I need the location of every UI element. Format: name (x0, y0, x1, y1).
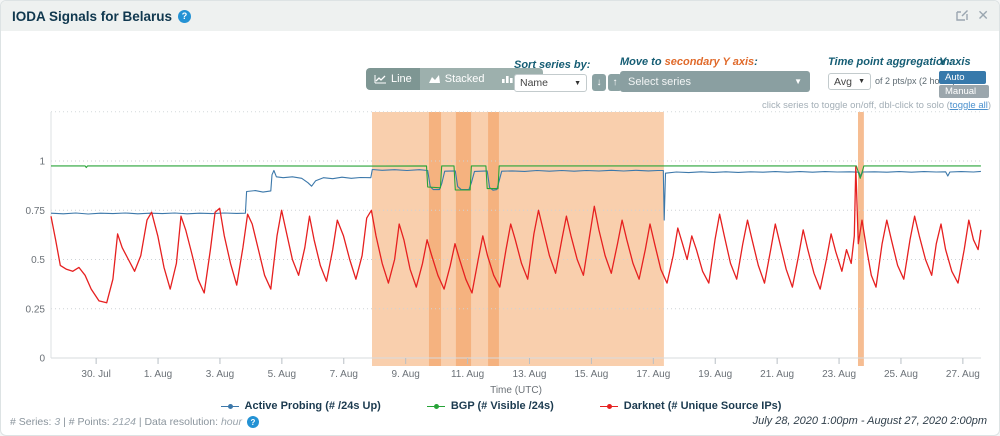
date-range: July 28, 2020 1:00pm - August 27, 2020 2… (753, 415, 987, 427)
close-icon[interactable]: ✕ (977, 8, 989, 22)
outage-shade-dark-region (456, 112, 471, 366)
legend-series-marker (221, 405, 239, 408)
caret-down-icon: ▼ (858, 78, 865, 85)
help-icon[interactable]: ? (247, 416, 259, 428)
line-chart-icon (374, 74, 387, 84)
x-tick-label: 25. Aug (884, 369, 918, 380)
sort-series-value: Name (520, 77, 548, 89)
stat-label: # Points: (69, 416, 113, 428)
y-tick-label: 0 (39, 354, 45, 365)
y-tick-label: 0.75 (26, 206, 46, 217)
stats-separator: | (60, 416, 69, 428)
help-icon[interactable]: ? (178, 10, 191, 23)
stat-value: 2124 (113, 416, 136, 428)
page-title: IODA Signals for Belarus (12, 9, 172, 24)
x-tick-label: 30. Jul (81, 369, 110, 380)
legend-item[interactable]: Darknet (# Unique Source IPs) (600, 400, 782, 412)
aggregation-value: Avg (834, 76, 852, 88)
x-tick-label: 3. Aug (206, 369, 234, 380)
stat-label: # Series: (10, 416, 54, 428)
sort-descending-button[interactable]: ↓ (592, 74, 606, 91)
x-tick-label: 15. Aug (574, 369, 608, 380)
outage-shade-dark-region (429, 112, 441, 366)
area-chart-icon (428, 74, 441, 84)
x-tick-label: 5. Aug (268, 369, 296, 380)
x-tick-label: 21. Aug (760, 369, 794, 380)
sort-series-label: Sort series by: (514, 59, 590, 71)
y-zoom-manual-button[interactable]: Manual (939, 85, 989, 98)
ioda-signals-panel: IODA Signals for Belarus ? ✕ Line Stacked… (0, 0, 1000, 436)
secondary-axis-select[interactable]: Select series ▼ (620, 71, 810, 92)
chart-legend: Active Probing (# /24s Up) BGP (# Visible… (1, 400, 1000, 412)
legend-series-label: Darknet (# Unique Source IPs) (624, 400, 782, 412)
x-tick-label: 19. Aug (698, 369, 732, 380)
aggregation-select[interactable]: Avg ▼ (828, 73, 871, 90)
chart-type-label: Stacked (445, 73, 485, 85)
chart-stats: # Series: 3 | # Points: 2124 | Data reso… (10, 416, 259, 428)
y-tick-label: 0.5 (31, 255, 45, 266)
legend-series-label: Active Probing (# /24s Up) (245, 400, 381, 412)
chart-region[interactable]: 0 0.25 0.5 0.75 1 30. Jul 1. Aug 3. Aug 5. Aug 7.… (1, 106, 1000, 406)
move-label-prefix: Move to (620, 56, 665, 68)
chart-type-label: Line (391, 73, 412, 85)
stat-value: hour (221, 416, 242, 428)
outage-shade-dark-region (488, 112, 499, 366)
edit-icon[interactable] (955, 8, 969, 22)
caret-down-icon: ▼ (574, 80, 581, 87)
chart-type-line-button[interactable]: Line (366, 68, 420, 90)
aggregation-label: Time point aggregation: (828, 56, 953, 68)
x-tick-label: 27. Aug (946, 369, 980, 380)
outage-shade-region (372, 112, 664, 366)
x-tick-label: 9. Aug (392, 369, 420, 380)
panel-header: IODA Signals for Belarus ? ✕ (1, 1, 999, 31)
stats-separator: | (136, 416, 145, 428)
move-label-highlight: secondary Y axis (665, 56, 755, 68)
x-tick-label: 23. Aug (822, 369, 856, 380)
legend-series-label: BGP (# Visible /24s) (451, 400, 554, 412)
signals-line-chart[interactable]: 0 0.25 0.5 0.75 1 30. Jul 1. Aug 3. Aug 5. Aug 7.… (1, 106, 1000, 406)
legend-series-marker (600, 405, 618, 408)
x-tick-label: 1. Aug (144, 369, 172, 380)
sort-series-select[interactable]: Name ▼ (514, 74, 587, 92)
x-tick-label: 7. Aug (330, 369, 358, 380)
x-tick-label: 13. Aug (513, 369, 547, 380)
legend-series-marker (427, 405, 445, 408)
x-tick-label: 11. Aug (451, 369, 484, 380)
stat-label: Data resolution: (144, 416, 220, 428)
move-secondary-axis-label: Move to secondary Y axis: (620, 56, 758, 68)
y-zoom-auto-button[interactable]: Auto (939, 71, 986, 84)
y-tick-label: 1 (39, 157, 45, 168)
legend-item[interactable]: Active Probing (# /24s Up) (221, 400, 381, 412)
chart-type-stacked-button[interactable]: Stacked (420, 68, 493, 90)
x-tick-label: 17. Aug (636, 369, 670, 380)
x-axis-title: Time (UTC) (490, 385, 542, 396)
caret-down-icon: ▼ (794, 77, 802, 86)
secondary-axis-select-value: Select series (628, 76, 691, 88)
y-tick-label: 0.25 (26, 304, 46, 315)
move-label-suffix: : (754, 56, 758, 68)
bar-chart-icon (501, 74, 514, 84)
legend-item[interactable]: BGP (# Visible /24s) (427, 400, 554, 412)
